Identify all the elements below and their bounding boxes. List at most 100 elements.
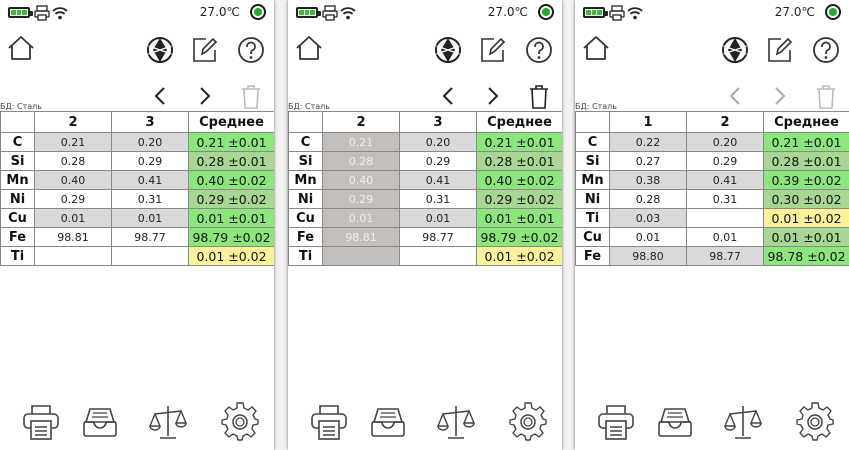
table-row: Fe 98.80 98.77 98.78 ±0.02 — [575, 246, 849, 266]
value-cell[interactable]: 0.41 — [111, 170, 189, 190]
delete-button[interactable] — [236, 81, 266, 111]
help-button[interactable] — [236, 35, 266, 65]
settings-button[interactable] — [508, 402, 548, 442]
value-cell[interactable]: 98.81 — [34, 227, 112, 247]
edit-button[interactable] — [190, 35, 220, 65]
value-cell[interactable]: 0.38 — [609, 170, 687, 190]
value-cell[interactable]: 0.01 — [111, 208, 189, 228]
value-cell[interactable]: 0.29 — [322, 189, 400, 209]
value-cell[interactable]: 0.01 — [686, 227, 764, 247]
value-cell[interactable]: 0.21 — [322, 132, 400, 152]
delete-button[interactable] — [524, 81, 554, 111]
print-button[interactable] — [596, 402, 636, 442]
table-row: C 0.21 0.20 0.21 ±0.01 — [288, 132, 562, 152]
prev-button[interactable] — [720, 81, 750, 111]
archive-button[interactable] — [655, 402, 695, 442]
help-button[interactable] — [524, 35, 554, 65]
value-cell[interactable]: 0.01 — [399, 208, 477, 228]
next-button[interactable] — [190, 81, 220, 111]
edit-button[interactable] — [478, 35, 508, 65]
column-header[interactable]: 2 — [322, 111, 400, 133]
column-header[interactable]: 2 — [34, 111, 112, 133]
value-cell[interactable] — [111, 246, 189, 266]
table-row: C 0.22 0.20 0.21 ±0.01 — [575, 132, 849, 152]
value-cell[interactable]: 0.01 — [322, 208, 400, 228]
status-bar: 27.0℃ — [575, 0, 849, 26]
print-button[interactable] — [309, 402, 349, 442]
value-cell[interactable]: 0.29 — [34, 189, 112, 209]
print-button[interactable] — [21, 402, 61, 442]
value-cell[interactable]: 0.40 — [34, 170, 112, 190]
battery-icon — [583, 7, 608, 18]
measure-button[interactable] — [433, 35, 463, 65]
value-cell[interactable]: 0.31 — [399, 189, 477, 209]
calibration-button[interactable] — [723, 402, 763, 442]
value-cell[interactable]: 0.20 — [111, 132, 189, 152]
next-button[interactable] — [478, 81, 508, 111]
element-cell: Ti — [575, 208, 610, 228]
value-cell[interactable] — [686, 208, 764, 228]
value-cell[interactable]: 0.41 — [686, 170, 764, 190]
home-button[interactable] — [294, 33, 324, 63]
value-cell[interactable]: 0.20 — [399, 132, 477, 152]
value-cell[interactable]: 0.20 — [686, 132, 764, 152]
value-cell[interactable]: 0.29 — [686, 151, 764, 171]
column-header[interactable]: 1 — [609, 111, 687, 133]
element-cell: Fe — [0, 227, 35, 247]
column-header[interactable]: 3 — [111, 111, 189, 133]
value-cell[interactable]: 0.41 — [399, 170, 477, 190]
value-cell[interactable]: 0.28 — [322, 151, 400, 171]
column-header[interactable]: 3 — [399, 111, 477, 133]
temperature-readout: 27.0℃ — [199, 5, 240, 19]
average-cell: 0.21 ±0.01 — [188, 132, 274, 152]
value-cell[interactable]: 98.77 — [111, 227, 189, 247]
settings-button[interactable] — [220, 402, 260, 442]
value-cell[interactable]: 98.77 — [686, 246, 764, 266]
delete-button[interactable] — [811, 81, 841, 111]
next-button[interactable] — [765, 81, 795, 111]
measure-button[interactable] — [720, 35, 750, 65]
value-cell[interactable] — [399, 246, 477, 266]
settings-button[interactable] — [795, 402, 835, 442]
value-cell[interactable]: 0.01 — [609, 227, 687, 247]
status-dot — [250, 4, 266, 20]
value-cell[interactable]: 0.21 — [34, 132, 112, 152]
element-cell: Cu — [575, 227, 610, 247]
value-cell[interactable]: 0.31 — [686, 189, 764, 209]
value-cell[interactable]: 0.31 — [111, 189, 189, 209]
calibration-button[interactable] — [148, 402, 188, 442]
element-cell: Mn — [575, 170, 610, 190]
chevron-left-icon — [729, 87, 740, 105]
value-cell[interactable]: 0.27 — [609, 151, 687, 171]
home-button[interactable] — [581, 33, 611, 63]
value-cell[interactable] — [34, 246, 112, 266]
value-cell[interactable] — [322, 246, 400, 266]
calibration-button[interactable] — [436, 402, 476, 442]
value-cell[interactable]: 0.01 — [34, 208, 112, 228]
value-cell[interactable]: 98.77 — [399, 227, 477, 247]
status-dot — [825, 4, 841, 20]
value-cell[interactable]: 0.28 — [34, 151, 112, 171]
value-cell[interactable]: 0.40 — [322, 170, 400, 190]
average-cell: 0.01 ±0.02 — [188, 246, 274, 266]
value-cell[interactable]: 0.29 — [111, 151, 189, 171]
measure-button[interactable] — [145, 35, 175, 65]
average-cell: 0.01 ±0.01 — [476, 208, 562, 228]
value-cell[interactable]: 0.03 — [609, 208, 687, 228]
prev-button[interactable] — [145, 81, 175, 111]
help-icon — [526, 37, 552, 63]
value-cell[interactable]: 0.29 — [399, 151, 477, 171]
value-cell[interactable]: 98.81 — [322, 227, 400, 247]
value-cell[interactable]: 98.80 — [609, 246, 687, 266]
table-row: Si 0.28 0.29 0.28 ±0.01 — [0, 151, 274, 171]
value-cell[interactable]: 0.28 — [609, 189, 687, 209]
table-row: Ni 0.29 0.31 0.29 ±0.02 — [288, 189, 562, 209]
value-cell[interactable]: 0.22 — [609, 132, 687, 152]
edit-button[interactable] — [765, 35, 795, 65]
archive-button[interactable] — [80, 402, 120, 442]
archive-button[interactable] — [368, 402, 408, 442]
help-button[interactable] — [811, 35, 841, 65]
prev-button[interactable] — [433, 81, 463, 111]
home-button[interactable] — [6, 33, 36, 63]
column-header[interactable]: 2 — [686, 111, 764, 133]
